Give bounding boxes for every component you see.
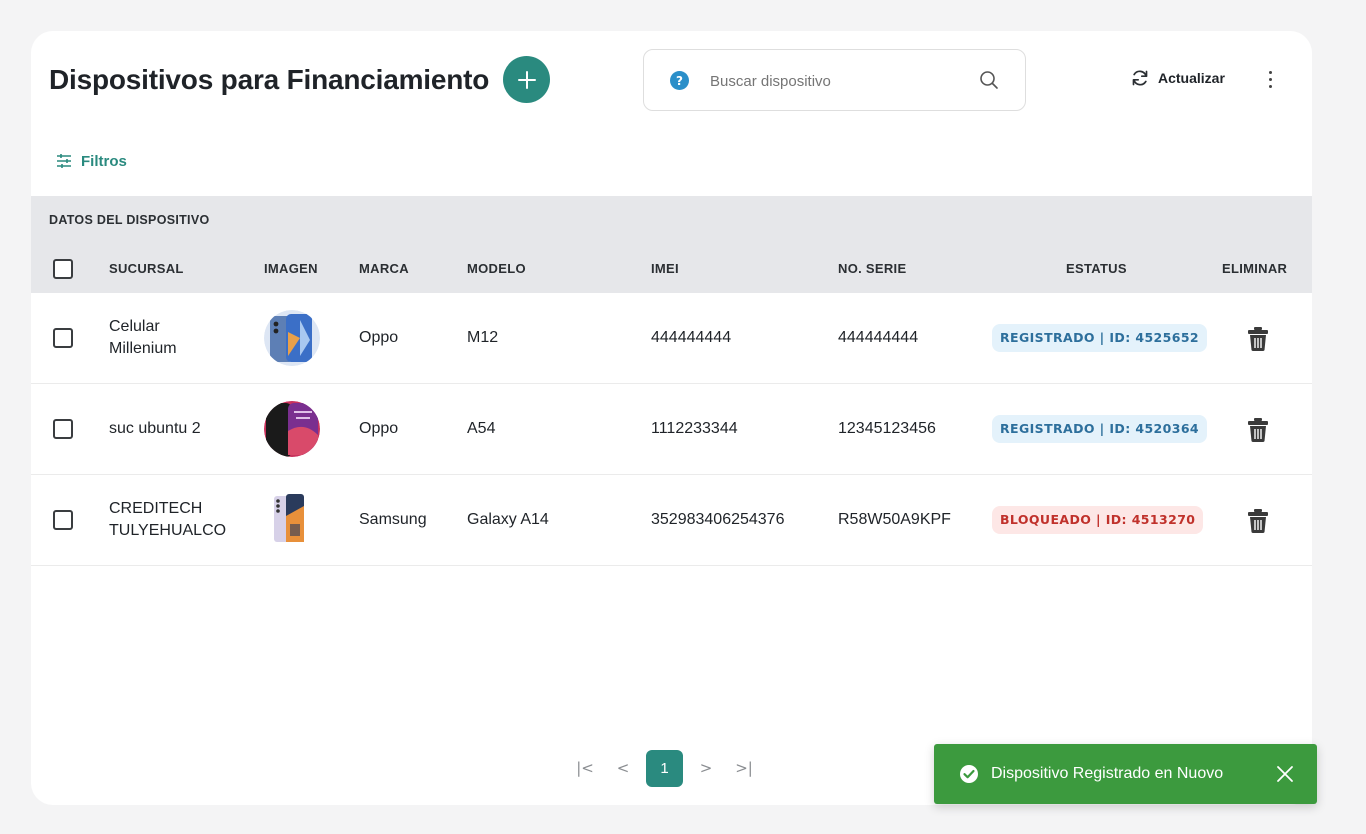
close-icon[interactable] [1275,764,1295,784]
cell-imei: 444444444 [651,329,732,346]
cell-sucursal: Celular Millenium [109,318,177,357]
vertical-dots-icon [1268,70,1272,74]
cell-marca: Samsung [359,511,427,528]
cell-modelo: Galaxy A14 [467,511,549,528]
question-circle-icon[interactable]: ? [670,71,689,90]
table-row[interactable]: CREDITECH TULYEHUALCO Samsung Galaxy A14… [31,475,1312,566]
check-circle-icon [960,765,978,783]
phone-image [274,494,304,542]
add-device-button[interactable] [503,56,550,103]
prev-page-button[interactable]: < [604,749,642,787]
table-header: DATOS DEL DISPOSITIVO SUCURSAL IMAGEN MA… [31,196,1312,293]
sliders-icon [57,154,71,168]
column-header-modelo[interactable]: MODELO [467,261,526,276]
table-row[interactable]: suc ubuntu 2 Oppo A54 1112233344 1234512… [31,384,1312,475]
column-header-sucursal[interactable]: SUCURSAL [109,261,184,276]
column-header-imagen[interactable]: IMAGEN [264,261,318,276]
next-page-button[interactable]: > [687,749,725,787]
row-checkbox[interactable] [53,419,73,439]
column-header-eliminar[interactable]: ELIMINAR [1222,261,1287,276]
status-badge: REGISTRADO | ID: 4525652 [992,324,1208,352]
column-header-estatus[interactable]: ESTATUS [1066,261,1127,276]
trash-icon[interactable] [1247,417,1269,443]
cell-marca: Oppo [359,329,399,346]
cell-imei: 1112233344 [651,420,738,437]
page-title: Dispositivos para Financiamiento [49,64,490,95]
filters-label: Filtros [81,152,127,170]
refresh-icon [1132,70,1148,86]
cell-modelo: M12 [467,329,499,346]
search-box[interactable]: ? [643,49,1026,111]
device-image[interactable] [264,401,320,457]
plus-icon [517,70,536,89]
cell-serie: 444444444 [838,329,919,346]
row-checkbox[interactable] [53,510,73,530]
cell-modelo: A54 [467,420,496,437]
trash-icon[interactable] [1247,326,1269,352]
success-toast: Dispositivo Registrado en Nuovo [934,744,1317,804]
cell-sucursal: suc ubuntu 2 [109,420,201,437]
device-image[interactable] [264,492,320,548]
search-input[interactable] [710,70,970,92]
row-checkbox[interactable] [53,328,73,348]
magnifier-icon[interactable] [979,70,999,90]
phone-image [264,401,320,457]
column-header-marca[interactable]: MARCA [359,261,409,276]
filters-button[interactable]: Filtros [55,152,127,170]
cell-sucursal: CREDITECH TULYEHUALCO [109,500,227,539]
page-1-button[interactable]: 1 [646,749,683,787]
trash-icon[interactable] [1247,508,1269,534]
cell-serie: 12345123456 [838,420,936,437]
column-group-label: DATOS DEL DISPOSITIVO [49,213,210,227]
more-options-button[interactable] [1260,67,1280,91]
first-page-button[interactable]: |< [566,749,604,787]
last-page-button[interactable]: >| [725,749,763,787]
column-header-imei[interactable]: IMEI [651,261,679,276]
refresh-button[interactable]: Actualizar [1130,68,1225,88]
pagination: |< < 1 > >| [566,749,763,787]
select-all-checkbox[interactable] [53,259,73,279]
device-image[interactable] [264,310,320,366]
devices-card: Dispositivos para Financiamiento ? Actua… [31,31,1312,805]
cell-marca: Oppo [359,420,399,437]
phone-image [264,310,320,366]
status-badge: REGISTRADO | ID: 4520364 [992,415,1208,443]
toast-message: Dispositivo Registrado en Nuovo [991,765,1224,782]
column-header-serie[interactable]: NO. SERIE [838,261,906,276]
refresh-label: Actualizar [1158,70,1225,86]
status-badge: BLOQUEADO | ID: 4513270 [992,506,1204,534]
cell-serie: R58W50A9KPF [838,511,951,528]
cell-imei: 352983406254376 [651,511,785,528]
table-row[interactable]: Celular Millenium Oppo M12 444444444 444… [31,293,1312,384]
